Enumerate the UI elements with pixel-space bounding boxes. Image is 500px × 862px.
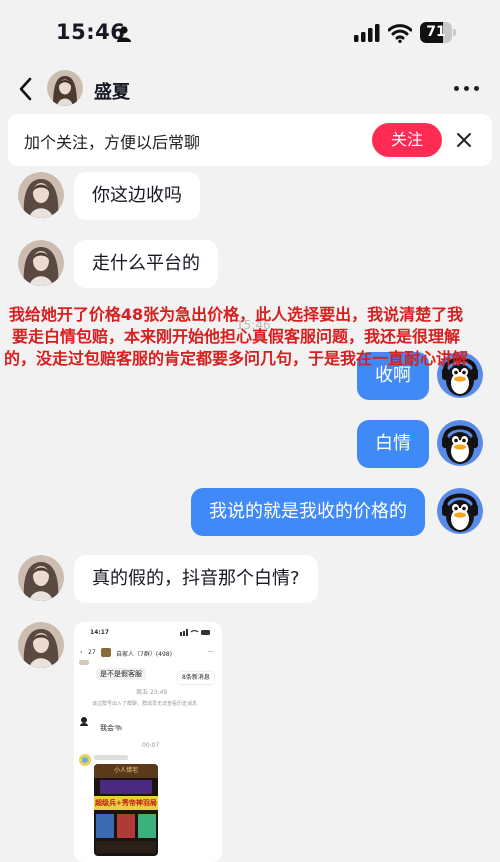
- contact-avatar[interactable]: [18, 240, 64, 286]
- game-card-image: 小人惜宅 超级兵+秀帝神羽局: [94, 764, 158, 856]
- contact-avatar[interactable]: [47, 70, 83, 106]
- battery-indicator: 71: [420, 22, 456, 43]
- screenshot-notice: 该过群号出入了群聊，群成员无法查看历史消息: [92, 701, 198, 707]
- follow-banner: 加个关注，方便以后常聊 关注: [8, 114, 492, 166]
- contact-avatar[interactable]: [18, 622, 64, 668]
- game-card-header: 小人惜宅: [94, 764, 158, 778]
- screenshot-more: ···: [208, 649, 214, 656]
- chat-header: 盛夏: [0, 64, 500, 114]
- screenshot-time-label: 00:07: [142, 742, 160, 749]
- contact-name[interactable]: 盛夏: [94, 78, 130, 104]
- message-bubble-outgoing[interactable]: 白情: [357, 420, 429, 468]
- message-bubble-incoming[interactable]: 走什么平台的: [74, 240, 218, 288]
- screenshot-status-icons: [180, 629, 210, 636]
- annotation-overlay: 我给她开了价格48张为急出价格，此人选择要出，我说清楚了我要走白情包赔，本来刚开…: [4, 305, 469, 368]
- message-bubble-incoming[interactable]: 你这边收吗: [74, 172, 200, 220]
- screenshot-time-label: 周五 23:49: [136, 689, 168, 696]
- screenshot-back-count: 27: [88, 649, 96, 656]
- image-message[interactable]: 14:17 ‹ 27 自家人（7群）(498) ··· 是不是假客服 8条新消息…: [74, 622, 222, 862]
- contact-avatar[interactable]: [18, 172, 64, 218]
- my-avatar[interactable]: [437, 420, 483, 466]
- screenshot-back: ‹: [80, 649, 83, 656]
- screenshot-bubble: 是不是假客服: [96, 668, 146, 680]
- person-icon: [117, 26, 131, 42]
- screenshot-unread: 8条新消息: [178, 672, 214, 684]
- message-bubble-incoming[interactable]: 真的假的，抖音那个白情?: [74, 555, 318, 603]
- screenshot-avatar: [79, 754, 91, 766]
- screenshot-time: 14:17: [90, 629, 110, 636]
- wifi-icon: [388, 24, 412, 43]
- back-button[interactable]: [14, 75, 40, 103]
- follow-button[interactable]: 关注: [372, 123, 442, 157]
- signal-icon: [354, 24, 380, 42]
- status-bar: 15:46 71: [0, 0, 500, 64]
- game-card-banner: 超级兵+秀帝神羽局: [94, 796, 158, 810]
- more-options-icon[interactable]: [454, 86, 480, 92]
- screenshot-avatar: [80, 717, 88, 726]
- contact-avatar[interactable]: [18, 555, 64, 601]
- my-avatar[interactable]: [437, 488, 483, 534]
- battery-percent: 71: [426, 24, 446, 40]
- status-time: 15:46: [56, 20, 126, 44]
- message-bubble-outgoing[interactable]: 我说的就是我收的价格的: [191, 488, 425, 536]
- screenshot-bubble: 我会🐃: [96, 722, 127, 734]
- group-icon: [101, 648, 111, 657]
- screenshot-group-name: 自家人（7群）(498): [116, 651, 172, 658]
- close-icon[interactable]: [454, 130, 474, 150]
- follow-prompt-text: 加个关注，方便以后常聊: [24, 133, 201, 152]
